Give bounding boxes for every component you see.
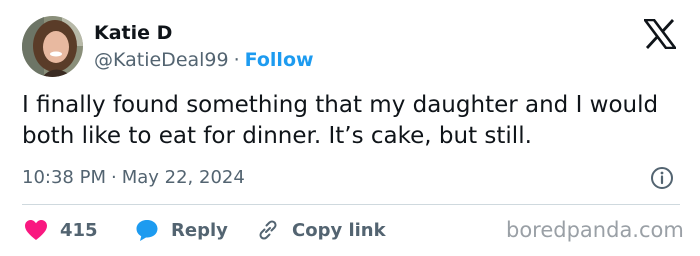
avatar-photo [22,16,83,77]
user-handle[interactable]: @KatieDeal99 [94,49,229,71]
reply-button[interactable]: Reply [135,216,228,244]
copy-link-label: Copy link [292,219,386,241]
info-icon[interactable] [650,166,674,190]
like-count: 415 [60,219,98,241]
separator-dot: · [233,49,240,71]
tweet-time: 10:38 PM [22,167,106,188]
handle-line: @KatieDeal99 · Follow [94,49,314,71]
divider [22,204,680,205]
tweet-text: I finally found something that my daught… [22,92,659,149]
heart-icon [25,220,47,240]
speech-bubble-icon [136,220,158,241]
follow-button[interactable]: Follow [245,49,314,71]
reply-label: Reply [171,219,228,241]
tweet-date: May 22, 2024 [121,167,245,188]
watermark: boredpanda.com [506,218,684,242]
like-button[interactable]: 415 [24,216,98,244]
avatar[interactable] [22,16,83,77]
copy-link-button[interactable]: Copy link [256,216,386,244]
x-logo-icon[interactable] [644,19,676,49]
display-name[interactable]: Katie D [94,22,172,44]
link-icon [259,220,277,240]
separator-dot: · [110,167,117,188]
tweet-timestamp[interactable]: 10:38 PM · May 22, 2024 [22,167,245,188]
